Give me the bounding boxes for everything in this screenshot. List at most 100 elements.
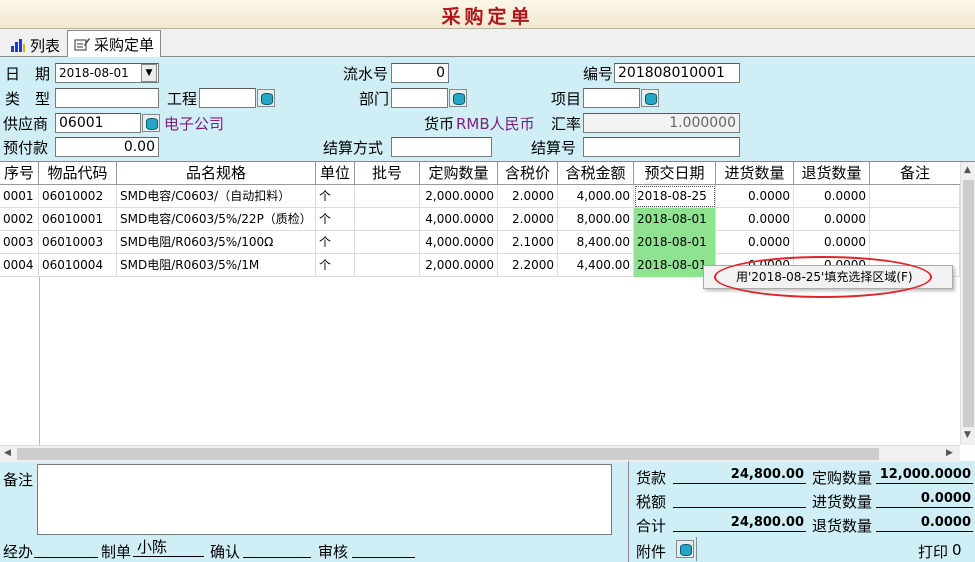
audit-field[interactable]	[352, 540, 415, 558]
supplier-lookup-icon[interactable]	[142, 114, 160, 132]
col-batch[interactable]: 批号	[355, 162, 420, 185]
col-qty[interactable]: 定购数量	[420, 162, 498, 185]
cell-batch[interactable]	[355, 231, 420, 254]
cell-qty[interactable]: 4,000.0000	[420, 208, 498, 231]
engineering-lookup-icon[interactable]	[257, 89, 275, 107]
table-header: 序号 物品代码 品名规格 单位 批号 定购数量 含税价 含税金额 预交日期 进货…	[0, 162, 960, 185]
cell-unit[interactable]: 个	[316, 231, 355, 254]
tab-purchase-order[interactable]: 采购定单	[67, 30, 162, 57]
engineering-field[interactable]	[199, 88, 256, 108]
department-label: 部门	[359, 90, 390, 108]
cell-ret-qty[interactable]: 0.0000	[794, 231, 870, 254]
cell-code[interactable]: 06010003	[39, 231, 117, 254]
col-code[interactable]: 物品代码	[39, 162, 117, 185]
cell-seq[interactable]: 0003	[0, 231, 39, 254]
horizontal-scroll-thumb[interactable]	[17, 448, 879, 460]
cell-ret-qty[interactable]: 0.0000	[794, 208, 870, 231]
confirm-field[interactable]	[243, 540, 311, 558]
supplier-code-field[interactable]: 06001	[55, 113, 141, 133]
cell-amount[interactable]: 4,400.00	[558, 254, 634, 277]
col-price[interactable]: 含税价	[498, 162, 558, 185]
col-due[interactable]: 预交日期	[634, 162, 716, 185]
type-field[interactable]	[55, 88, 159, 108]
vertical-scroll-thumb[interactable]	[963, 180, 974, 427]
col-ret-qty[interactable]: 退货数量	[794, 162, 870, 185]
settle-method-field[interactable]	[391, 137, 492, 157]
handler-label: 经办	[3, 543, 34, 561]
number-field[interactable]: 201808010001	[614, 63, 740, 83]
item-label: 项目	[551, 90, 582, 108]
cell-name[interactable]: SMD电容/C0603/5%/22P（质检）	[117, 208, 316, 231]
table-row[interactable]: 0003 06010003 SMD电阻/R0603/5%/100Ω 个 4,00…	[0, 231, 960, 254]
col-seq[interactable]: 序号	[0, 162, 39, 185]
scroll-down-icon[interactable]: ▼	[964, 430, 971, 440]
cell-code[interactable]: 06010001	[39, 208, 117, 231]
cell-batch[interactable]	[355, 185, 420, 208]
handler-field[interactable]	[34, 540, 98, 558]
prepay-field[interactable]: 0.00	[55, 137, 159, 157]
maker-field[interactable]: 小陈	[133, 539, 204, 557]
cell-in-qty[interactable]: 0.0000	[716, 231, 794, 254]
col-amount[interactable]: 含税金额	[558, 162, 634, 185]
cell-name[interactable]: SMD电容/C0603/（自动扣料）	[117, 185, 316, 208]
col-note[interactable]: 备注	[870, 162, 960, 185]
cell-due-active[interactable]: 2018-08-25	[634, 185, 716, 208]
scroll-right-icon[interactable]: ▶	[946, 448, 953, 458]
cell-note[interactable]	[870, 185, 960, 208]
horizontal-scrollbar[interactable]: ◀ ▶	[0, 445, 960, 462]
vertical-scrollbar[interactable]: ▲ ▼	[960, 162, 975, 445]
cell-unit[interactable]: 个	[316, 254, 355, 277]
cell-amount[interactable]: 4,000.00	[558, 185, 634, 208]
cell-seq[interactable]: 0002	[0, 208, 39, 231]
cell-batch[interactable]	[355, 208, 420, 231]
scroll-up-icon[interactable]: ▲	[964, 165, 971, 175]
maker-label: 制单	[101, 543, 132, 561]
cell-amount[interactable]: 8,000.00	[558, 208, 634, 231]
cell-batch[interactable]	[355, 254, 420, 277]
table-row[interactable]: 0002 06010001 SMD电容/C0603/5%/22P（质检） 个 4…	[0, 208, 960, 231]
cell-price[interactable]: 2.0000	[498, 208, 558, 231]
department-field[interactable]	[391, 88, 448, 108]
cell-code[interactable]: 06010004	[39, 254, 117, 277]
col-unit[interactable]: 单位	[316, 162, 355, 185]
cell-price[interactable]: 2.0000	[498, 185, 558, 208]
cell-name[interactable]: SMD电阻/R0603/5%/1M	[117, 254, 316, 277]
cell-note[interactable]	[870, 208, 960, 231]
item-field[interactable]	[583, 88, 640, 108]
department-lookup-icon[interactable]	[449, 89, 467, 107]
cell-seq[interactable]: 0004	[0, 254, 39, 277]
attachment-icon[interactable]	[676, 540, 694, 558]
cell-due-selected[interactable]: 2018-08-01	[634, 231, 716, 254]
cell-ret-qty[interactable]: 0.0000	[794, 185, 870, 208]
settle-method-label: 结算方式	[323, 139, 384, 157]
cell-code[interactable]: 06010002	[39, 185, 117, 208]
cell-amount[interactable]: 8,400.00	[558, 231, 634, 254]
col-name[interactable]: 品名规格	[117, 162, 316, 185]
date-dropdown-button[interactable]: ▼	[141, 64, 157, 82]
cell-unit[interactable]: 个	[316, 208, 355, 231]
cell-name[interactable]: SMD电阻/R0603/5%/100Ω	[117, 231, 316, 254]
cell-in-qty[interactable]: 0.0000	[716, 185, 794, 208]
cell-note[interactable]	[870, 231, 960, 254]
cell-seq[interactable]: 0001	[0, 185, 39, 208]
rate-field[interactable]: 1.000000	[583, 113, 740, 133]
cell-qty[interactable]: 4,000.0000	[420, 231, 498, 254]
cell-price[interactable]: 2.2000	[498, 254, 558, 277]
table-row[interactable]: 0001 06010002 SMD电容/C0603/（自动扣料） 个 2,000…	[0, 185, 960, 208]
scroll-left-icon[interactable]: ◀	[4, 448, 11, 458]
cell-qty[interactable]: 2,000.0000	[420, 185, 498, 208]
ret-qty-label: 退货数量	[812, 517, 873, 535]
col-in-qty[interactable]: 进货数量	[716, 162, 794, 185]
settle-no-field[interactable]	[583, 137, 740, 157]
cell-due-selected[interactable]: 2018-08-01	[634, 208, 716, 231]
note-textarea[interactable]	[37, 464, 612, 535]
cell-price[interactable]: 2.1000	[498, 231, 558, 254]
window-title-bar: 采购定单	[0, 0, 975, 29]
cell-in-qty[interactable]: 0.0000	[716, 208, 794, 231]
serial-field[interactable]: 0	[391, 63, 449, 83]
cell-qty[interactable]: 2,000.0000	[420, 254, 498, 277]
item-lookup-icon[interactable]	[641, 89, 659, 107]
cell-unit[interactable]: 个	[316, 185, 355, 208]
tab-list[interactable]: 列表	[4, 32, 66, 57]
column-divider	[39, 277, 40, 445]
